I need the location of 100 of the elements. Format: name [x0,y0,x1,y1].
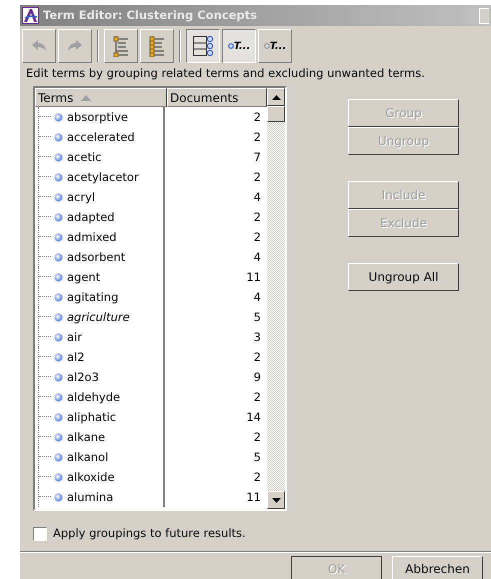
term-node-icon [54,172,63,182]
term-node-icon [54,192,63,202]
column-title: Terms [38,90,74,107]
term-node-icon [54,492,63,502]
term-node-icon [54,472,63,482]
document-count: 11 [245,268,262,286]
dot-icon [264,43,270,49]
tree-connector-line [38,407,51,428]
term-node-icon [54,112,63,122]
term-label[interactable]: acetic [63,148,102,166]
tree-connector-line [38,487,51,508]
redo-arrow-icon [67,39,83,53]
term-label[interactable]: absorptive [63,108,128,126]
tree-button[interactable] [186,29,220,63]
tree-connector-line [38,427,51,448]
tree-connector-line [38,207,51,228]
term-label[interactable]: alkanol [63,448,108,466]
term-label[interactable]: alkane [63,428,106,446]
document-count: 2 [252,108,262,126]
term-label[interactable]: adapted [63,208,115,226]
term-node-icon [54,312,63,322]
term-node-icon [54,412,63,422]
tree-connector-line [38,167,51,188]
scroll-thumb[interactable] [267,106,285,122]
term-label[interactable]: adsorbent [63,248,126,266]
term-label[interactable]: air [63,328,82,346]
undo-arrow-icon [31,39,47,53]
scrollbar[interactable] [267,88,285,510]
term-node-icon [54,292,63,302]
tree-connector-line [38,467,51,488]
document-count: 2 [252,388,262,406]
up-arrow-icon [272,94,280,100]
tree-connector-line [38,147,51,168]
term-label[interactable]: acetylacetor [63,168,139,186]
term-label[interactable]: agriculture [63,308,130,326]
term-label[interactable]: alkoxide [63,468,115,486]
tree-connector-line [38,447,51,468]
tree-connector-line [38,387,51,408]
document-count: 5 [252,448,262,466]
tree-connector-line [38,327,51,348]
app-logo-icon [22,7,39,24]
list-icon [113,35,129,57]
tree-connector-line [38,267,51,288]
tree-connector-line [38,187,51,208]
document-count: 2 [252,208,262,226]
term-node-icon [54,332,63,342]
tree-connector-line [38,127,51,148]
document-count: 2 [252,168,262,186]
term-label[interactable]: acryl [63,188,96,206]
sort-ascending-icon [81,94,92,101]
column-title: Documents [170,90,238,107]
term-label[interactable]: admixed [63,228,117,246]
term-node-icon [54,252,63,262]
term-node-icon [54,232,63,242]
action-button[interactable]: Ungroup All [348,263,459,292]
tree-view-icon [192,35,214,57]
term-node-icon [54,272,63,282]
term-label[interactable]: al2 [63,348,85,366]
document-count: 14 [245,408,262,426]
document-count: 4 [252,248,262,266]
tree-connector-line [38,367,51,388]
term-node-icon [54,212,63,222]
term-node-icon [54,432,63,442]
term-label[interactable]: alumina [63,488,114,506]
document-count: 4 [252,188,262,206]
term-node-icon [54,132,63,142]
term-view-button[interactable]: T... [222,29,256,63]
down-arrow-icon [272,498,280,503]
term-label[interactable]: al2o3 [63,368,99,386]
dot-icon [228,43,234,49]
document-count: 11 [245,488,262,506]
document-count: 2 [252,428,262,446]
document-count: 4 [252,288,262,306]
tree-connector-line [38,347,51,368]
checkbox-label[interactable]: Apply groupings to future results. [53,525,246,542]
term-label[interactable]: accelerated [63,128,135,146]
term-label[interactable]: agent [63,268,100,286]
list-button[interactable] [104,29,138,63]
term-node-icon [54,152,63,162]
term-view-button[interactable]: T... [258,29,292,63]
document-count: 3 [252,328,262,346]
term-label[interactable]: aldehyde [63,388,120,406]
list2-button[interactable] [140,29,174,63]
document-count: 9 [252,368,262,386]
window-title: Term Editor: Clustering Concepts [43,6,257,24]
term-node-icon [54,452,63,462]
scroll-down-button[interactable] [267,491,285,510]
cancel-button[interactable]: Abbrechen [392,556,483,579]
document-count: 2 [252,468,262,486]
instruction-text: Edit terms by grouping related terms and excluding unwanted terms. [25,65,426,82]
document-count: 2 [252,228,262,246]
tree-connector-line [38,227,51,248]
tree-connector-line [38,107,51,128]
document-count: 7 [252,148,262,166]
scroll-up-button[interactable] [267,88,285,106]
term-node-icon [54,392,63,402]
term-label[interactable]: aliphatic [63,408,116,426]
term-label[interactable]: agitating [63,288,118,306]
term-node-icon [54,372,63,382]
checkbox[interactable] [33,526,47,541]
